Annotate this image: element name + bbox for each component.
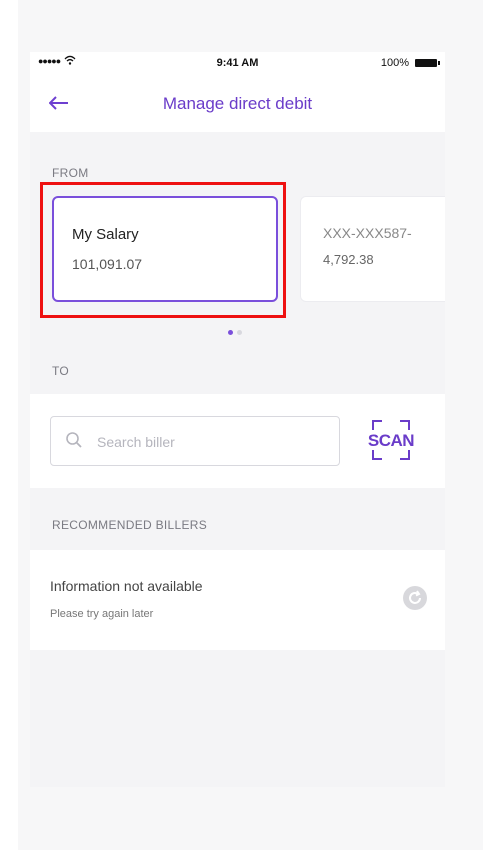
- search-icon: [66, 432, 82, 448]
- page-title: Manage direct debit: [162, 94, 313, 113]
- account-card-my-salary[interactable]: My Salary 101,091.07: [52, 196, 278, 302]
- scan-frame-icon: [400, 450, 410, 460]
- account-name: My Salary: [72, 226, 139, 243]
- scan-frame-icon: [400, 420, 410, 430]
- account-card-xxx587[interactable]: XXX-XXX587- 4,792.38: [300, 196, 445, 302]
- carousel-dot-active[interactable]: [228, 330, 233, 335]
- scan-frame-icon: [372, 420, 382, 430]
- battery-percent: 100%: [380, 57, 409, 69]
- header: Manage direct debit: [30, 74, 445, 132]
- phone-screen: ●●●●● 9:41 AM 100% Manage direct debit F…: [30, 52, 445, 787]
- status-bar: ●●●●● 9:41 AM 100%: [30, 52, 445, 74]
- account-name: XXX-XXX587-: [323, 225, 412, 241]
- search-biller-input[interactable]: [95, 430, 329, 454]
- account-balance: 4,792.38: [323, 252, 374, 267]
- battery-icon: [415, 59, 440, 67]
- recommended-billers-label: RECOMMENDED BILLERS: [52, 518, 208, 532]
- refresh-button[interactable]: [403, 586, 427, 610]
- recommended-billers-panel: Information not available Please try aga…: [30, 550, 445, 650]
- scan-button[interactable]: SCAN: [362, 418, 420, 466]
- from-label: FROM: [52, 166, 89, 180]
- to-label: TO: [52, 364, 70, 378]
- empty-state-sub-message: Please try again later: [50, 608, 154, 620]
- carousel-dot[interactable]: [237, 330, 242, 335]
- account-balance: 101,091.07: [72, 256, 143, 272]
- carousel-indicator: [228, 322, 246, 340]
- scan-label: SCAN: [367, 431, 415, 450]
- empty-state-message: Information not available: [50, 578, 203, 594]
- to-panel: SCAN: [30, 394, 445, 488]
- scan-frame-icon: [372, 450, 382, 460]
- refresh-icon: [409, 590, 421, 604]
- search-biller-box[interactable]: [50, 416, 340, 466]
